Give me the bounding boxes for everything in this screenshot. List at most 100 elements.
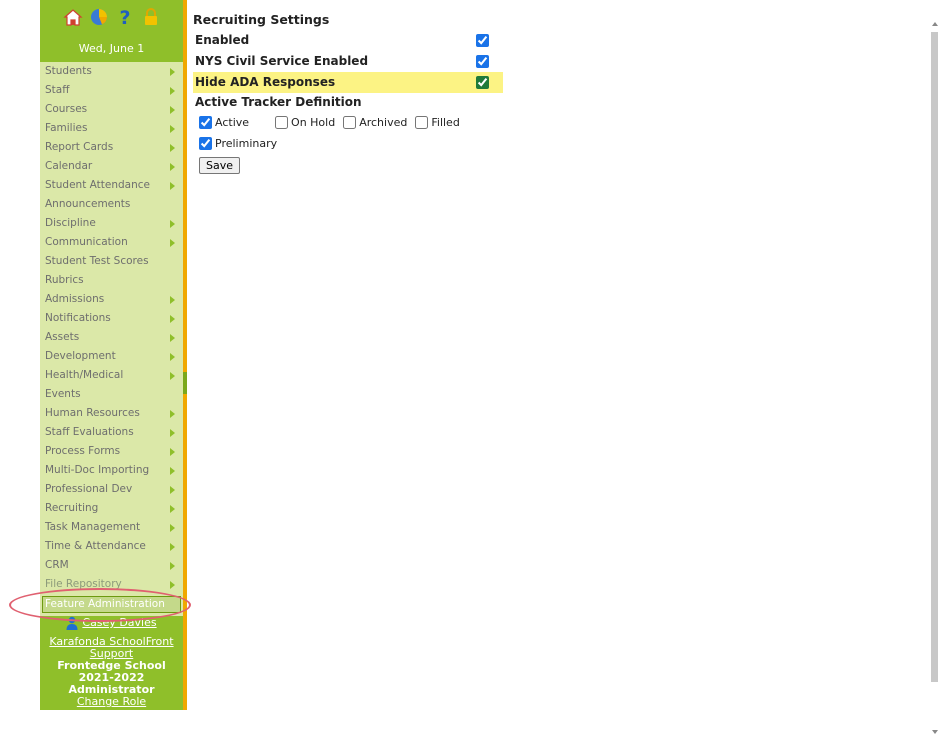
setting-row: Hide ADA Responses: [193, 72, 503, 93]
sidebar-item-label: CRM: [45, 559, 69, 571]
setting-checkbox[interactable]: [476, 34, 489, 47]
user-link[interactable]: Casey Davies: [40, 614, 183, 634]
sidebar-item-label: Families: [45, 122, 88, 134]
chevron-right-icon: [170, 543, 175, 551]
setting-label: NYS Civil Service Enabled: [195, 54, 369, 68]
help-icon[interactable]: ?: [114, 6, 136, 29]
tracker-option-checkbox[interactable]: [343, 116, 357, 129]
scrollbar-thumb[interactable]: [931, 32, 938, 682]
sidebar-item[interactable]: Discipline: [40, 214, 183, 233]
sidebar-item[interactable]: Professional Dev: [40, 480, 183, 499]
chevron-right-icon: [170, 220, 175, 228]
page-title: Recruiting Settings: [193, 12, 330, 27]
sidebar-item[interactable]: Families: [40, 119, 183, 138]
tracker-option-checkbox[interactable]: [415, 116, 429, 129]
tracker-option[interactable]: Preliminary: [199, 133, 277, 154]
tracker-option-checkbox[interactable]: [199, 137, 212, 150]
change-role-link[interactable]: Change Role: [40, 696, 183, 708]
page-scrollbar[interactable]: [930, 20, 939, 738]
sidebar-item[interactable]: Recruiting: [40, 499, 183, 518]
sidebar-item-label: File Repository: [45, 578, 122, 590]
sidebar-item[interactable]: Announcements: [40, 195, 183, 214]
sidebar-item-label: Assets: [45, 331, 80, 343]
sidebar-item-label: Health/Medical: [45, 369, 124, 381]
sidebar-item-label: Admissions: [45, 293, 105, 305]
sidebar-item[interactable]: Task Management: [40, 518, 183, 537]
chevron-right-icon: [170, 353, 175, 361]
sidebar-item[interactable]: Admissions: [40, 290, 183, 309]
sidebar-item[interactable]: Human Resources: [40, 404, 183, 423]
chevron-right-icon: [170, 163, 175, 171]
chevron-right-icon: [170, 524, 175, 532]
sidebar-item[interactable]: Students: [40, 62, 183, 81]
sidebar-item[interactable]: File Repository: [40, 575, 183, 594]
sidebar-item[interactable]: Process Forms: [40, 442, 183, 461]
tracker-options-row: Preliminary: [193, 133, 513, 154]
sidebar-item[interactable]: Multi-Doc Importing: [40, 461, 183, 480]
sidebar-item[interactable]: Staff: [40, 81, 183, 100]
sidebar-item-label: Students: [45, 65, 92, 77]
sidebar-item[interactable]: Staff Evaluations: [40, 423, 183, 442]
chevron-right-icon: [170, 296, 175, 304]
sidebar-item-label: Report Cards: [45, 141, 114, 153]
chevron-right-icon: [170, 505, 175, 513]
sidebar-item[interactable]: Calendar: [40, 157, 183, 176]
sidebar-item[interactable]: Development: [40, 347, 183, 366]
chevron-right-icon: [170, 581, 175, 589]
tracker-option[interactable]: Active: [199, 112, 249, 133]
school-info: Karafonda SchoolFront Support Frontedge …: [40, 636, 183, 708]
sidebar-item[interactable]: CRM: [40, 556, 183, 575]
support-link[interactable]: Karafonda SchoolFront Support: [40, 636, 183, 660]
tracker-option[interactable]: Filled: [415, 112, 460, 133]
chevron-right-icon: [170, 467, 175, 475]
user-name-link[interactable]: Casey Davies: [82, 616, 156, 629]
sidebar-item-label: Multi-Doc Importing: [45, 464, 150, 476]
sidebar-item-label: Communication: [45, 236, 128, 248]
setting-checkbox[interactable]: [476, 55, 489, 68]
sidebar-item[interactable]: Events: [40, 385, 183, 404]
tracker-option-checkbox[interactable]: [275, 116, 289, 129]
sidebar-item-label: Student Test Scores: [45, 255, 149, 267]
sidebar-item[interactable]: Rubrics: [40, 271, 183, 290]
scroll-down-icon[interactable]: [932, 730, 938, 734]
sidebar-collapse-handle[interactable]: [183, 372, 187, 394]
sidebar-item-label: Calendar: [45, 160, 93, 172]
sidebar-item[interactable]: Courses: [40, 100, 183, 119]
tracker-option-label: Preliminary: [215, 137, 278, 150]
tracker-option-label: Active: [215, 116, 250, 129]
main-nav-menu: Students Staff Courses Families Report Cards…: [40, 62, 183, 616]
tracker-option-label: Filled: [431, 116, 460, 129]
sidebar-item[interactable]: Communication: [40, 233, 183, 252]
current-date: Wed, June 1: [78, 42, 145, 55]
top-icon-bar: ?: [40, 6, 183, 34]
setting-checkbox[interactable]: [476, 76, 489, 89]
sidebar-item-label: Recruiting: [45, 502, 99, 514]
home-icon[interactable]: [62, 6, 84, 28]
sidebar-item-feature-administration[interactable]: Feature Administration: [42, 596, 181, 613]
sidebar-item[interactable]: Student Test Scores: [40, 252, 183, 271]
sidebar-item-label: Staff: [45, 84, 70, 96]
sidebar-item-label: Time & Attendance: [45, 540, 146, 552]
tracker-option[interactable]: Archived: [343, 112, 407, 133]
chevron-right-icon: [170, 125, 175, 133]
svg-text:?: ?: [119, 7, 130, 28]
sidebar-item[interactable]: Student Attendance: [40, 176, 183, 195]
sidebar-item[interactable]: Report Cards: [40, 138, 183, 157]
sidebar-item-label: Discipline: [45, 217, 96, 229]
sidebar-item[interactable]: Time & Attendance: [40, 537, 183, 556]
setting-row: NYS Civil Service Enabled: [193, 51, 503, 72]
sidebar-item-label: Staff Evaluations: [45, 426, 134, 438]
chevron-right-icon: [170, 144, 175, 152]
tracker-option[interactable]: On Hold: [275, 112, 335, 133]
tracker-option-checkbox[interactable]: [199, 116, 212, 129]
sidebar-item[interactable]: Assets: [40, 328, 183, 347]
setting-label: Hide ADA Responses: [195, 75, 336, 89]
scroll-up-icon[interactable]: [932, 22, 938, 26]
chevron-right-icon: [170, 239, 175, 247]
save-button[interactable]: Save: [199, 157, 241, 174]
sidebar-item[interactable]: Notifications: [40, 309, 183, 328]
sidebar-item[interactable]: Health/Medical: [40, 366, 183, 385]
lock-icon[interactable]: [140, 6, 162, 28]
settings-list: Enabled NYS Civil Service Enabled Hide ADA…: [193, 30, 513, 93]
pie-chart-icon[interactable]: [88, 6, 110, 28]
